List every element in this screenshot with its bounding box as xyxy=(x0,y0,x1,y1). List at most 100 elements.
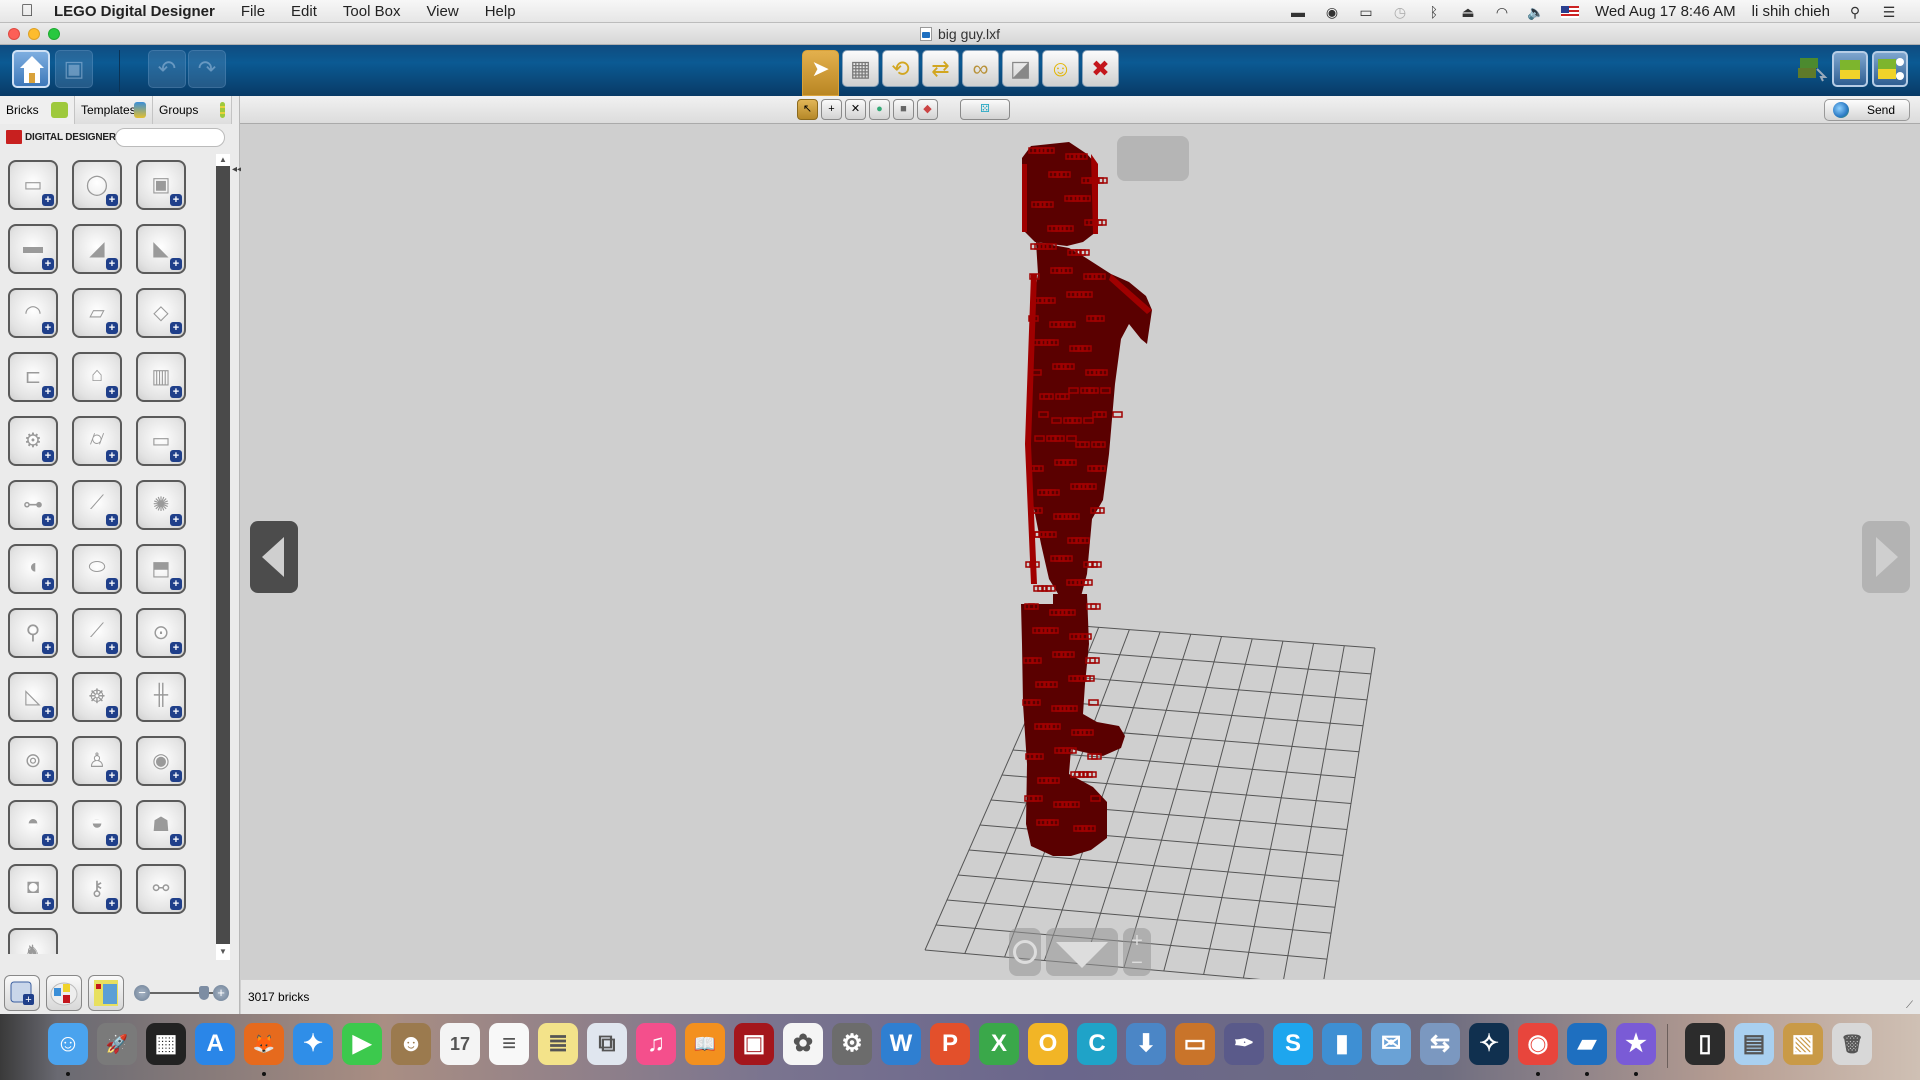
brick-item-ship-wheel[interactable]: ☸ + xyxy=(72,672,122,722)
dock-app-google-chrome[interactable]: ◉ xyxy=(1518,1023,1558,1065)
notification-center-icon[interactable]: ☰ xyxy=(1880,4,1898,20)
brick-item-wedge-plate[interactable]: ◇ + xyxy=(136,288,186,338)
dock-app-mission-control[interactable]: ▦ xyxy=(146,1023,186,1065)
send-button[interactable]: Send xyxy=(1824,99,1910,121)
brick-item-technic-beam[interactable]: ▭ + xyxy=(136,416,186,466)
expand-plus-icon[interactable]: + xyxy=(42,642,54,654)
brick-item-technic-axle[interactable]: ⟋ + xyxy=(72,480,122,530)
expand-plus-icon[interactable]: + xyxy=(42,450,54,462)
slider-thumb[interactable] xyxy=(199,986,210,1000)
brick-item-cylinder[interactable]: ⌭ + xyxy=(72,416,122,466)
brick-item-plate[interactable]: ▱ + xyxy=(72,288,122,338)
brick-item-tail-fin[interactable]: ⟋ + xyxy=(72,608,122,658)
color-select-button[interactable]: ● xyxy=(869,99,890,120)
3d-viewport[interactable]: + − xyxy=(241,124,1920,979)
expand-plus-icon[interactable]: + xyxy=(42,834,54,846)
brick-item-curved-brick[interactable]: ◠ + xyxy=(8,288,58,338)
brick-item-hoop[interactable]: ⊙ + xyxy=(136,608,186,658)
brick-item-brick[interactable]: ▭ + xyxy=(8,160,58,210)
dock-app-download-manager[interactable]: ⬇ xyxy=(1126,1023,1166,1065)
dock-app-photos[interactable]: ✿ xyxy=(783,1023,823,1065)
dock-app-launchpad[interactable]: 🚀 xyxy=(97,1023,137,1065)
brick-item-technic-liftarm[interactable]: ⊶ + xyxy=(8,480,58,530)
user-name[interactable]: li shih chieh xyxy=(1752,3,1830,20)
expand-plus-icon[interactable]: + xyxy=(170,194,182,206)
dock-app-microsoft-powerpoint[interactable]: P xyxy=(930,1023,970,1065)
expand-plus-icon[interactable]: + xyxy=(42,898,54,910)
expand-plus-icon[interactable]: + xyxy=(42,322,54,334)
expand-plus-icon[interactable]: + xyxy=(42,578,54,590)
tab-groups[interactable]: Groups xyxy=(153,96,232,124)
brick-search-input[interactable] xyxy=(115,128,225,147)
dock-app-skype[interactable]: S xyxy=(1273,1023,1313,1065)
brick-item-hat[interactable]: ◒ + xyxy=(72,800,122,850)
menu-edit[interactable]: Edit xyxy=(291,3,317,20)
brick-item-cherries[interactable]: ⚯ + xyxy=(136,864,186,914)
dock-app-mail[interactable]: ✉ xyxy=(1371,1023,1411,1065)
add-model-button[interactable]: + xyxy=(4,975,40,1011)
hinge-align-tool-button[interactable]: ⇄ xyxy=(922,50,959,87)
tab-templates[interactable]: Templates xyxy=(75,96,153,124)
dock-app-preview[interactable]: ⧉ xyxy=(587,1023,627,1065)
dock-app-installer[interactable]: ▧ xyxy=(1783,1023,1823,1065)
expand-plus-icon[interactable]: + xyxy=(170,578,182,590)
dock-app-iphone-backup[interactable]: ▯ xyxy=(1685,1023,1725,1065)
expand-plus-icon[interactable]: + xyxy=(170,258,182,270)
brick-item-cone[interactable]: ⬭ + xyxy=(72,544,122,594)
eye-icon[interactable]: ◉ xyxy=(1323,4,1341,20)
brick-item-gear[interactable]: ✺ + xyxy=(136,480,186,530)
building-guide-mode-button[interactable] xyxy=(1872,51,1908,87)
clock[interactable]: Wed Aug 17 8:46 AM xyxy=(1595,3,1736,20)
dock-app-script-editor[interactable]: ✒ xyxy=(1224,1023,1264,1065)
menu-tool-box[interactable]: Tool Box xyxy=(343,3,401,20)
expand-plus-icon[interactable]: + xyxy=(170,450,182,462)
dock-app-itunes[interactable]: ♫ xyxy=(636,1023,676,1065)
dock-app-system-preferences[interactable]: ⚙ xyxy=(832,1023,872,1065)
brick-item-minifig-head[interactable]: ◉ + xyxy=(136,736,186,786)
dock-app-contacts[interactable]: ☻ xyxy=(391,1023,431,1065)
delete-tool-button[interactable]: ✖ xyxy=(1082,50,1119,87)
rotate-camera-button[interactable] xyxy=(1009,928,1041,976)
dock-app-firefox[interactable]: 🦊 xyxy=(244,1023,284,1065)
brick-item-wheel[interactable]: ⚙ + xyxy=(8,416,58,466)
scroll-down-arrow-icon[interactable]: ▼ xyxy=(216,944,230,960)
dock-app-ibooks[interactable]: 📖 xyxy=(685,1023,725,1065)
tab-bricks[interactable]: Bricks xyxy=(0,96,75,124)
flex-tool-button[interactable]: ∞ xyxy=(962,50,999,87)
brick-item-helmet[interactable]: ◓ + xyxy=(8,800,58,850)
expand-plus-icon[interactable]: + xyxy=(106,642,118,654)
brick-model-figure[interactable] xyxy=(1021,136,1189,856)
expand-plus-icon[interactable]: + xyxy=(170,706,182,718)
expand-plus-icon[interactable]: + xyxy=(106,770,118,782)
expand-plus-icon[interactable]: + xyxy=(170,834,182,846)
dock-app-cisco-webex[interactable]: C xyxy=(1077,1023,1117,1065)
brick-item-vehicle-part[interactable]: ◖ + xyxy=(8,544,58,594)
airplay-icon[interactable]: ▭ xyxy=(1357,4,1375,20)
dock-app-battle-net[interactable]: ✧ xyxy=(1469,1023,1509,1065)
view-mode-button[interactable] xyxy=(1832,51,1868,87)
zoom-out-icon[interactable]: − xyxy=(134,985,150,1001)
dock-app-notes[interactable]: ≣ xyxy=(538,1023,578,1065)
menu-view[interactable]: View xyxy=(426,3,458,20)
zoom-camera-button[interactable]: + − xyxy=(1123,928,1151,976)
color-shape-select-button[interactable]: ◆ xyxy=(917,99,938,120)
dock-app-photo-booth[interactable]: ▣ xyxy=(734,1023,774,1065)
hinge-tool-button[interactable]: ⟲ xyxy=(882,50,919,87)
build-mode-button[interactable] xyxy=(1793,51,1829,87)
select-tool-button[interactable]: ➤ xyxy=(802,50,839,96)
home-button[interactable] xyxy=(12,50,50,88)
apple-menu-icon[interactable]:  xyxy=(18,2,36,20)
dock-app-migration-assistant[interactable]: ⇆ xyxy=(1420,1023,1460,1065)
expand-plus-icon[interactable]: + xyxy=(106,898,118,910)
undo-button[interactable]: ↶ xyxy=(148,50,186,88)
multi-select-button[interactable]: + xyxy=(821,99,842,120)
expand-plus-icon[interactable]: + xyxy=(106,194,118,206)
expand-plus-icon[interactable]: + xyxy=(42,258,54,270)
brick-item-key[interactable]: ⚷ + xyxy=(72,864,122,914)
eject-icon[interactable]: ⏏ xyxy=(1459,4,1477,20)
resize-grip-icon[interactable]: ⟋ xyxy=(1906,1000,1918,1012)
dock-app-documents[interactable]: ▤ xyxy=(1734,1023,1774,1065)
expand-plus-icon[interactable]: + xyxy=(170,514,182,526)
brick-item-minifigure[interactable]: ♙ + xyxy=(72,736,122,786)
brick-item-tool-arm[interactable]: ⚲ + xyxy=(8,608,58,658)
